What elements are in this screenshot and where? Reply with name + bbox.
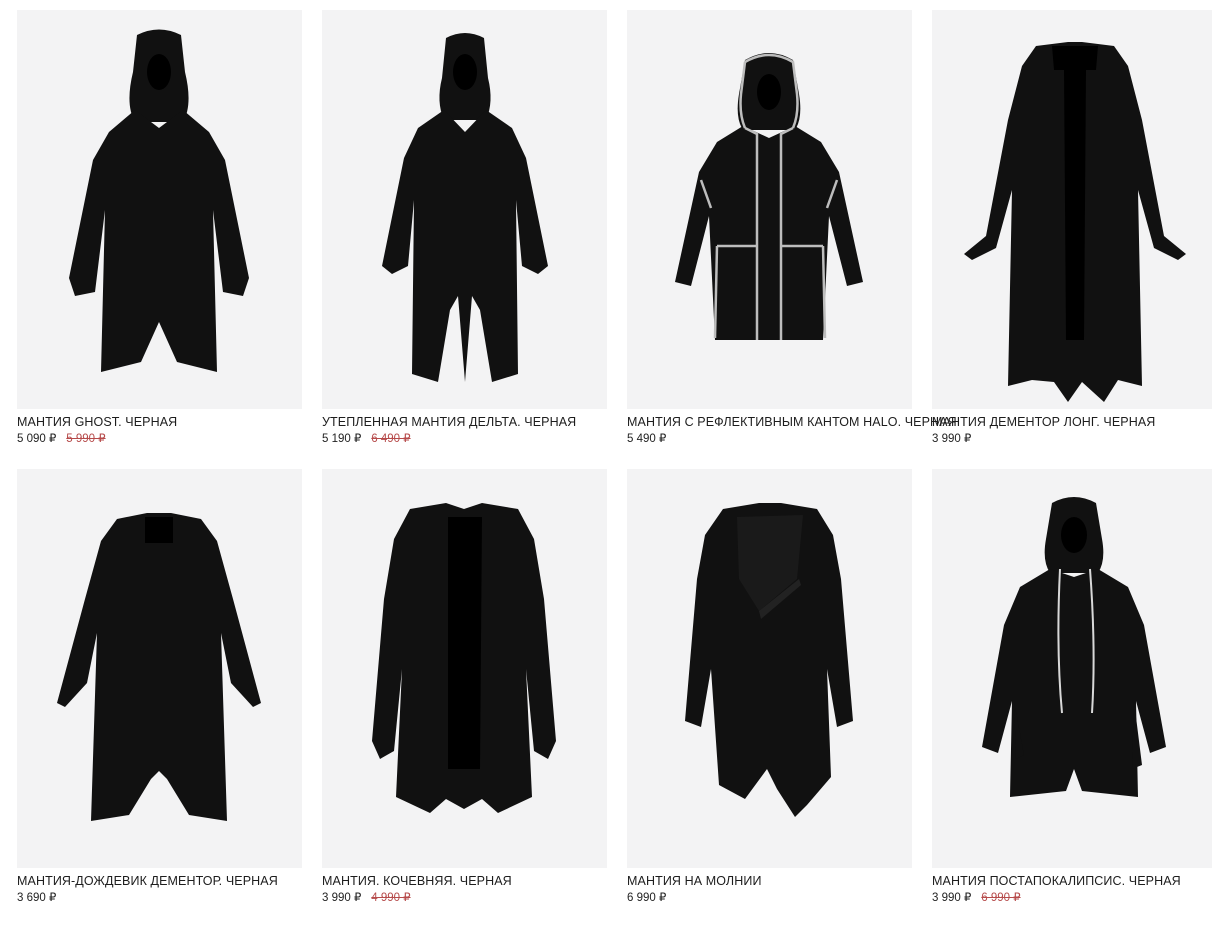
- hooded-robe-icon: [382, 33, 548, 382]
- product-grid: МАНТИЯ GHOST. ЧЕРНАЯ 5 090 ₽ 5 990 ₽ УТЕП…: [17, 10, 1212, 914]
- product-price: 5 190 ₽: [322, 433, 362, 445]
- product-prices: 5 090 ₽ 5 990 ₽: [17, 432, 302, 446]
- product-card[interactable]: МАНТИЯ НА МОЛНИИ 6 990 ₽: [627, 469, 912, 914]
- product-name[interactable]: МАНТИЯ НА МОЛНИИ: [627, 874, 912, 889]
- shawl-collar-coat-icon: [372, 503, 556, 813]
- product-price: 6 990 ₽: [627, 892, 667, 904]
- product-image[interactable]: [932, 10, 1212, 409]
- product-name[interactable]: МАНТИЯ ПОСТАПОКАЛИПСИС. ЧЕРНАЯ: [932, 874, 1212, 889]
- product-image[interactable]: [932, 469, 1212, 868]
- asymmetric-zip-coat-icon: [685, 503, 853, 817]
- product-image[interactable]: [17, 10, 302, 409]
- product-old-price: 6 990 ₽: [981, 892, 1021, 904]
- product-price: 3 990 ₽: [932, 892, 972, 904]
- product-old-price: 5 990 ₽: [66, 433, 106, 445]
- product-card[interactable]: УТЕПЛЕННАЯ МАНТИЯ ДЕЛЬТА. ЧЕРНАЯ 5 190 ₽…: [322, 10, 607, 455]
- drape-raincoat-icon: [57, 513, 261, 821]
- product-card[interactable]: МАНТИЯ ДЕМЕНТОР ЛОНГ. ЧЕРНАЯ 3 990 ₽: [932, 10, 1212, 455]
- product-price: 3 990 ₽: [932, 433, 972, 445]
- product-card[interactable]: МАНТИЯ-ДОЖДЕВИК ДЕМЕНТОР. ЧЕРНАЯ 3 690 ₽: [17, 469, 302, 914]
- product-name[interactable]: МАНТИЯ. КОЧЕВНЯЯ. ЧЕРНАЯ: [322, 874, 607, 889]
- product-price: 5 490 ₽: [627, 433, 667, 445]
- product-image[interactable]: [322, 10, 607, 409]
- product-name[interactable]: МАНТИЯ-ДОЖДЕВИК ДЕМЕНТОР. ЧЕРНАЯ: [17, 874, 302, 889]
- product-prices: 6 990 ₽: [627, 891, 912, 905]
- product-prices: 3 690 ₽: [17, 891, 302, 905]
- product-name[interactable]: МАНТИЯ ДЕМЕНТОР ЛОНГ. ЧЕРНАЯ: [932, 415, 1212, 430]
- product-old-price: 4 990 ₽: [371, 892, 411, 904]
- product-prices: 5 490 ₽: [627, 432, 912, 446]
- product-name[interactable]: УТЕПЛЕННАЯ МАНТИЯ ДЕЛЬТА. ЧЕРНАЯ: [322, 415, 607, 430]
- product-prices: 3 990 ₽: [932, 432, 1212, 446]
- product-prices: 5 190 ₽ 6 490 ₽: [322, 432, 607, 446]
- product-price: 3 690 ₽: [17, 892, 57, 904]
- product-card[interactable]: МАНТИЯ. КОЧЕВНЯЯ. ЧЕРНАЯ 3 990 ₽ 4 990 ₽: [322, 469, 607, 914]
- reflective-hooded-coat-icon: [675, 53, 863, 340]
- product-old-price: 6 490 ₽: [371, 433, 411, 445]
- product-image[interactable]: [17, 469, 302, 868]
- product-card[interactable]: МАНТИЯ ПОСТАПОКАЛИПСИС. ЧЕРНАЯ 3 990 ₽ 6 …: [932, 469, 1212, 914]
- long-cardigan-icon: [964, 42, 1186, 402]
- product-prices: 3 990 ₽ 6 990 ₽: [932, 891, 1212, 905]
- product-price: 5 090 ₽: [17, 433, 57, 445]
- product-name[interactable]: МАНТИЯ С РЕФЛЕКТИВНЫМ КАНТОМ HALO. ЧЕРНА…: [627, 415, 957, 430]
- hooded-robe-icon: [69, 29, 249, 372]
- product-prices: 3 990 ₽ 4 990 ₽: [322, 891, 607, 905]
- product-image[interactable]: [322, 469, 607, 868]
- product-image[interactable]: [627, 10, 912, 409]
- drawstring-hoodie-coat-icon: [982, 497, 1166, 797]
- product-card[interactable]: МАНТИЯ С РЕФЛЕКТИВНЫМ КАНТОМ HALO. ЧЕРНА…: [627, 10, 957, 455]
- product-price: 3 990 ₽: [322, 892, 362, 904]
- product-card[interactable]: МАНТИЯ GHOST. ЧЕРНАЯ 5 090 ₽ 5 990 ₽: [17, 10, 302, 455]
- product-name[interactable]: МАНТИЯ GHOST. ЧЕРНАЯ: [17, 415, 302, 430]
- product-image[interactable]: [627, 469, 912, 868]
